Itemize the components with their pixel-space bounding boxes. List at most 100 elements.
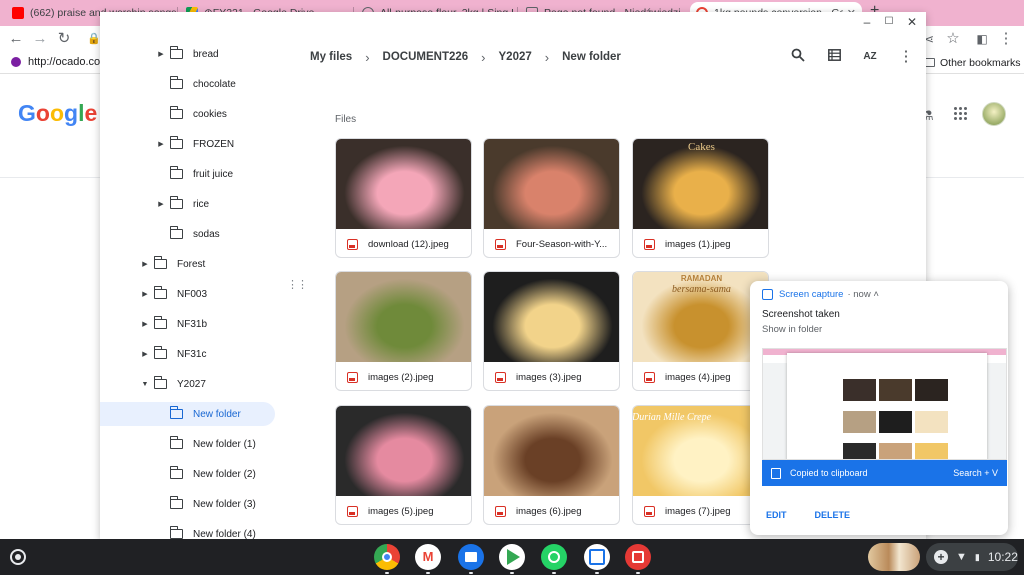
file-tile[interactable]: images (5).jpeg <box>335 405 472 525</box>
screencast-icon[interactable] <box>625 544 651 570</box>
files-icon[interactable] <box>458 544 484 570</box>
running-indicator <box>469 572 473 574</box>
edit-button[interactable]: EDIT <box>766 510 787 520</box>
clock: 10:22 <box>987 550 1018 564</box>
other-bookmarks[interactable]: Other bookmarks <box>940 57 1021 69</box>
file-tile[interactable]: download (12).jpeg <box>335 138 472 258</box>
tree-item-new-folder-2[interactable]: New folder (2) <box>100 462 280 486</box>
file-tile[interactable]: images (3).jpeg <box>483 271 620 391</box>
file-tile[interactable]: Four-Season-with-Y... <box>483 138 620 258</box>
chrome-icon[interactable] <box>374 544 400 570</box>
tree-item-label: New folder (1) <box>193 438 256 450</box>
breadcrumb-new-folder[interactable]: New folder <box>562 51 621 63</box>
shelf: M + ▼ ▮ 10:22 <box>0 539 1024 575</box>
calendar-icon[interactable] <box>584 544 610 570</box>
whatsapp-icon[interactable] <box>541 544 567 570</box>
tree-item-chocolate[interactable]: chocolate <box>100 72 280 96</box>
tree-item-new-folder-3[interactable]: New folder (3) <box>100 492 280 516</box>
google-apps-icon[interactable] <box>954 107 968 121</box>
file-tile[interactable]: images (1).jpeg Cakes <box>632 138 769 258</box>
folder-icon <box>169 46 183 59</box>
file-tile[interactable]: images (6).jpeg <box>483 405 620 525</box>
chevron-right-icon: › <box>544 49 550 65</box>
tree-item-frozen[interactable]: ▶ FROZEN <box>100 132 280 156</box>
tree-item-bread[interactable]: ▶ bread <box>100 42 280 66</box>
maximize-icon[interactable]: ☐ <box>882 15 896 29</box>
tree-item-new-folder-1[interactable]: New folder (1) <box>100 432 280 456</box>
tree-item-fruit-juice[interactable]: fruit juice <box>100 162 280 186</box>
expand-right-icon[interactable]: ▶ <box>140 320 150 328</box>
image-thumbnail <box>336 406 471 496</box>
tree-item-y2027[interactable]: ▼ Y2027 <box>100 372 280 396</box>
tree-item-new-folder[interactable]: New folder <box>100 402 275 426</box>
file-tile[interactable]: images (2).jpeg <box>335 271 472 391</box>
tree-item-nf003[interactable]: ▶ NF003 <box>100 282 280 306</box>
tree-item-label: New folder (3) <box>193 498 256 510</box>
browser-menu-icon[interactable]: ⋮ <box>997 30 1015 48</box>
delete-button[interactable]: DELETE <box>815 510 851 520</box>
launcher-icon[interactable] <box>10 549 26 565</box>
side-panel-icon[interactable]: ◧ <box>973 30 991 48</box>
breadcrumb: My files › DOCUMENT226 › Y2027 › New fol… <box>310 46 621 68</box>
expand-right-icon[interactable]: ▶ <box>140 350 150 358</box>
play-store-icon[interactable] <box>499 544 525 570</box>
bookmark-ocado[interactable]: http://ocado.com <box>28 56 109 68</box>
expand-right-icon[interactable]: ▶ <box>156 200 166 208</box>
file-tile[interactable]: images (4).jpeg RAMADAN bersama-sama <box>632 271 769 391</box>
file-name: images (4).jpeg <box>665 371 731 383</box>
running-indicator <box>595 572 599 574</box>
tree-item-sodas[interactable]: sodas <box>100 222 280 246</box>
tree-item-label: rice <box>193 198 210 210</box>
holding-space-thumbnail[interactable] <box>868 543 920 571</box>
expand-down-icon[interactable]: ▼ <box>140 381 150 388</box>
file-tile[interactable]: images (7).jpeg Durian Mille Crepe <box>632 405 769 525</box>
expand-right-icon[interactable]: ▶ <box>156 140 166 148</box>
file-name: images (2).jpeg <box>368 371 434 383</box>
sort-az-icon[interactable]: AZ <box>861 48 879 66</box>
tree-item-label: sodas <box>193 228 220 240</box>
tree-item-label: New folder (4) <box>193 528 256 540</box>
folder-icon <box>153 346 167 359</box>
expand-right-icon[interactable]: ▶ <box>156 50 166 58</box>
forward-icon[interactable]: → <box>31 30 49 48</box>
minimize-icon[interactable]: – <box>860 15 874 29</box>
more-options-icon[interactable]: ⋮ <box>897 48 915 66</box>
running-indicator <box>552 572 556 574</box>
breadcrumb-document226[interactable]: DOCUMENT226 <box>383 51 469 63</box>
breadcrumb-y2027[interactable]: Y2027 <box>499 51 532 63</box>
add-icon: + <box>934 550 948 564</box>
tree-item-cookies[interactable]: cookies <box>100 102 280 126</box>
status-tray[interactable]: + ▼ ▮ 10:22 <box>926 543 1018 571</box>
tree-item-forest[interactable]: ▶ Forest <box>100 252 280 276</box>
avatar[interactable] <box>982 102 1006 126</box>
reload-icon[interactable]: ↻ <box>55 30 73 48</box>
resize-handle[interactable]: ⋮⋮ <box>287 280 308 291</box>
expand-right-icon[interactable]: ▶ <box>140 260 150 268</box>
screenshot-preview[interactable] <box>762 348 1007 460</box>
file-name: Four-Season-with-Y... <box>516 238 608 250</box>
back-icon[interactable]: ← <box>7 30 25 48</box>
screenshot-notification: Screen capture · now ˄ Screenshot taken … <box>750 281 1008 535</box>
show-in-folder-link[interactable]: Show in folder <box>762 324 822 335</box>
chevron-right-icon: › <box>481 49 486 65</box>
youtube-icon <box>12 7 24 19</box>
bookmark-star-icon[interactable]: ☆ <box>944 30 962 48</box>
tree-item-rice[interactable]: ▶ rice <box>100 192 280 216</box>
screencast-frame <box>632 551 644 563</box>
expand-right-icon[interactable]: ▶ <box>140 290 150 298</box>
gmail-icon[interactable]: M <box>415 544 441 570</box>
files-folder <box>465 552 477 562</box>
folder-icon <box>153 376 167 389</box>
tree-item-nf31b[interactable]: ▶ NF31b <box>100 312 280 336</box>
google-logo[interactable]: Google <box>18 100 97 127</box>
list-view-icon[interactable] <box>825 48 843 66</box>
image-thumbnail <box>336 139 471 229</box>
tree-item-label: NF003 <box>177 288 208 300</box>
tree-item-nf31c[interactable]: ▶ NF31c <box>100 342 280 366</box>
search-icon[interactable] <box>789 48 807 66</box>
image-file-icon <box>347 238 358 250</box>
tree-item-new-folder-4[interactable]: New folder (4) <box>100 522 280 539</box>
clipboard-shortcut: Search + V <box>953 468 998 478</box>
close-icon[interactable]: ✕ <box>905 15 919 29</box>
breadcrumb-my-files[interactable]: My files <box>310 51 352 63</box>
